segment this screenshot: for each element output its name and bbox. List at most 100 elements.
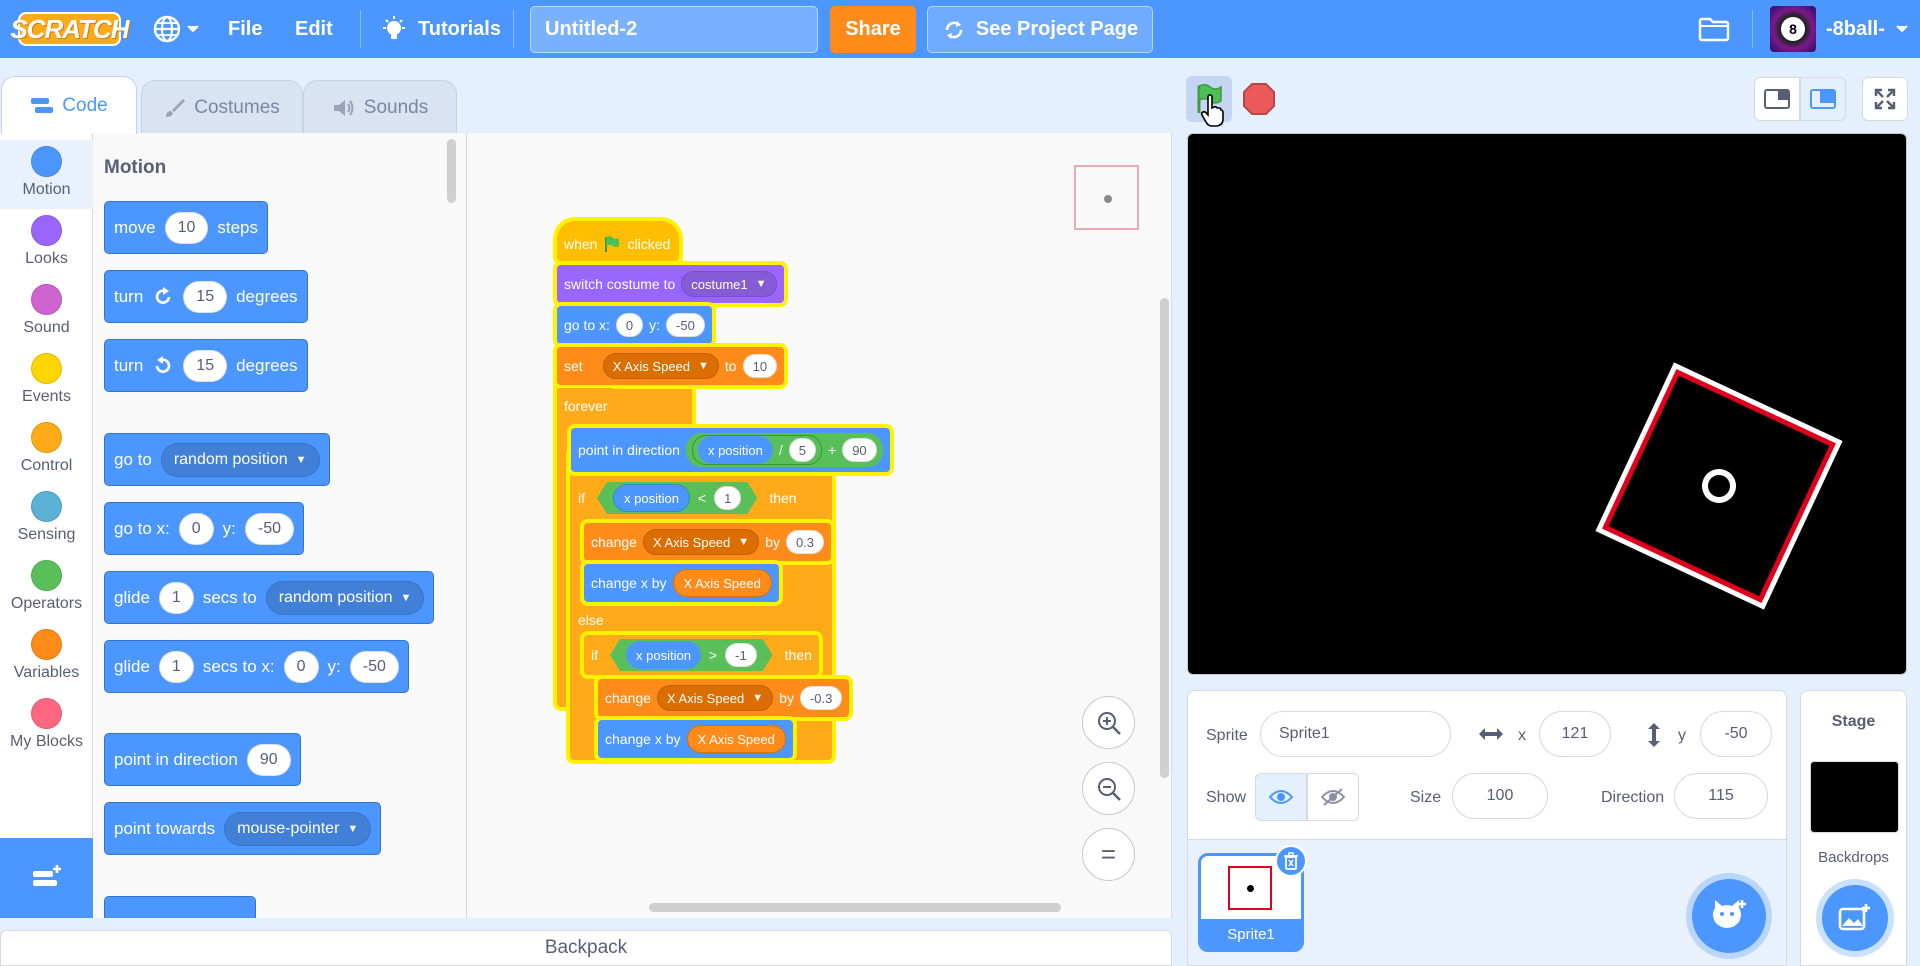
compare-input[interactable]: 1: [714, 486, 741, 510]
category-looks[interactable]: Looks: [0, 209, 93, 278]
tab-costumes[interactable]: Costumes: [141, 80, 303, 134]
block-turn-left[interactable]: turn 15 degrees: [104, 339, 308, 392]
add-extension-button[interactable]: [0, 838, 93, 918]
point-target-dropdown[interactable]: mouse-pointer ▼: [224, 811, 372, 846]
block-turn-right[interactable]: turn 15 degrees: [104, 270, 308, 323]
language-menu[interactable]: [152, 0, 200, 58]
x-position-input[interactable]: 121: [1539, 711, 1611, 757]
y-input[interactable]: -50: [349, 650, 399, 683]
delete-sprite-button[interactable]: [1275, 845, 1307, 877]
greater-than-operator[interactable]: x position > -1: [610, 639, 773, 671]
block-glide-to[interactable]: glide 1 secs to random position ▼: [104, 571, 435, 624]
category-motion[interactable]: Motion: [0, 140, 93, 209]
block-go-to[interactable]: go to random position ▼: [104, 433, 330, 486]
go-to-xy-block[interactable]: go to x: 0 y: -50: [557, 306, 712, 344]
choose-sprite-button[interactable]: [1692, 879, 1766, 953]
costume-dropdown[interactable]: costume1 ▼: [681, 271, 777, 297]
block-point-in-direction[interactable]: point in direction 90: [104, 733, 301, 786]
show-sprite-button[interactable]: [1255, 773, 1307, 821]
variable-dropdown[interactable]: X Axis Speed ▼: [656, 685, 774, 711]
stop-button[interactable]: [1242, 82, 1276, 116]
block-point-towards[interactable]: point towards mouse-pointer ▼: [104, 802, 382, 855]
sprite-name-input[interactable]: Sprite1: [1260, 711, 1451, 757]
glide-target-dropdown[interactable]: random position ▼: [265, 580, 425, 615]
tab-sounds[interactable]: Sounds: [303, 80, 457, 134]
set-variable-block[interactable]: set X Axis Speed ▼ to 10: [557, 347, 785, 385]
workspace-vertical-scrollbar[interactable]: [1160, 298, 1169, 778]
tab-code[interactable]: Code: [1, 76, 137, 134]
category-control[interactable]: Control: [0, 416, 93, 485]
zoom-in-button[interactable]: [1082, 696, 1135, 749]
palette-scrollbar[interactable]: [447, 139, 456, 203]
zoom-reset-button[interactable]: =: [1082, 828, 1135, 881]
add-operator[interactable]: x position / 5 + 90: [685, 433, 883, 467]
divisor-input[interactable]: 5: [788, 438, 816, 462]
compare-input[interactable]: -1: [725, 643, 757, 667]
value-input[interactable]: 0.3: [785, 530, 825, 554]
block-move-steps[interactable]: move 10 steps: [104, 201, 269, 254]
x-position-reporter[interactable]: x position: [697, 436, 773, 464]
small-stage-button[interactable]: [1754, 77, 1800, 121]
direction-input[interactable]: 90: [246, 743, 291, 776]
category-sensing[interactable]: Sensing: [0, 485, 93, 554]
project-title-input[interactable]: Untitled-2: [530, 6, 818, 53]
choose-backdrop-button[interactable]: [1822, 885, 1888, 951]
sprite1-on-stage[interactable]: [1595, 362, 1843, 610]
secs-input[interactable]: 1: [158, 581, 194, 614]
change-x-block[interactable]: change x by X Axis Speed: [584, 564, 779, 602]
hide-sprite-button[interactable]: [1307, 773, 1359, 821]
value-input[interactable]: 10: [742, 354, 778, 378]
change-variable-block[interactable]: change X Axis Speed ▼ by 0.3: [584, 523, 832, 561]
variable-dropdown[interactable]: X Axis Speed ▼: [642, 529, 760, 555]
change-variable-block[interactable]: change X Axis Speed ▼ by -0.3: [598, 679, 850, 717]
size-input[interactable]: 100: [1452, 773, 1548, 819]
degrees-input[interactable]: 15: [183, 280, 228, 313]
backdrop-thumbnail[interactable]: [1810, 761, 1899, 833]
switch-costume-block[interactable]: switch costume to costume1 ▼: [557, 265, 784, 303]
file-menu[interactable]: File: [228, 0, 262, 58]
backpack-bar[interactable]: Backpack: [0, 930, 1172, 966]
category-sound[interactable]: Sound: [0, 278, 93, 347]
x-input[interactable]: 0: [178, 512, 214, 545]
if-header[interactable]: if x position < 1 then: [571, 478, 804, 518]
change-x-block[interactable]: change x by X Axis Speed: [598, 720, 793, 758]
workspace-horizontal-scrollbar[interactable]: [649, 903, 1061, 912]
degrees-input[interactable]: 15: [183, 349, 228, 382]
point-in-direction-block[interactable]: point in direction x position / 5 + 90: [571, 428, 890, 472]
see-project-page-button[interactable]: See Project Page: [927, 6, 1153, 53]
block-partial[interactable]: [104, 896, 256, 918]
direction-input[interactable]: 115: [1674, 773, 1768, 819]
when-flag-clicked-block[interactable]: when clicked: [557, 221, 679, 261]
share-button[interactable]: Share: [830, 6, 916, 53]
category-variables[interactable]: Variables: [0, 623, 93, 692]
scratch-logo[interactable]: SCRATCH: [10, 12, 130, 46]
block-glide-to-xy[interactable]: glide 1 secs to x: 0 y: -50: [104, 640, 409, 693]
x-position-reporter[interactable]: x position: [613, 484, 690, 512]
steps-input[interactable]: 10: [164, 211, 209, 244]
large-stage-button[interactable]: [1800, 77, 1846, 121]
zoom-out-button[interactable]: [1082, 762, 1135, 815]
value-input[interactable]: -0.3: [799, 686, 843, 710]
addend-input[interactable]: 90: [842, 438, 877, 462]
variable-dropdown[interactable]: X Axis Speed ▼: [602, 353, 719, 379]
category-operators[interactable]: Operators: [0, 554, 93, 623]
my-stuff-button[interactable]: [1698, 0, 1730, 58]
secs-input[interactable]: 1: [158, 650, 194, 683]
goto-target-dropdown[interactable]: random position ▼: [160, 442, 320, 477]
x-input[interactable]: 0: [283, 650, 319, 683]
fullscreen-button[interactable]: [1862, 77, 1908, 121]
tutorials-button[interactable]: Tutorials: [380, 0, 501, 58]
x-input[interactable]: 0: [615, 313, 644, 337]
edit-menu[interactable]: Edit: [295, 0, 333, 58]
category-events[interactable]: Events: [0, 347, 93, 416]
block-go-to-xy[interactable]: go to x: 0 y: -50: [104, 502, 305, 555]
if-header[interactable]: if x position > -1 then: [584, 635, 819, 675]
category-my-blocks[interactable]: My Blocks: [0, 692, 93, 761]
y-input[interactable]: -50: [666, 313, 705, 337]
stage-canvas[interactable]: [1187, 133, 1907, 675]
variable-reporter[interactable]: X Axis Speed: [672, 569, 772, 597]
account-menu[interactable]: 8 -8ball-: [1770, 0, 1909, 58]
y-input[interactable]: -50: [244, 512, 295, 545]
less-than-operator[interactable]: x position < 1: [597, 482, 757, 514]
x-position-reporter[interactable]: x position: [626, 641, 701, 669]
